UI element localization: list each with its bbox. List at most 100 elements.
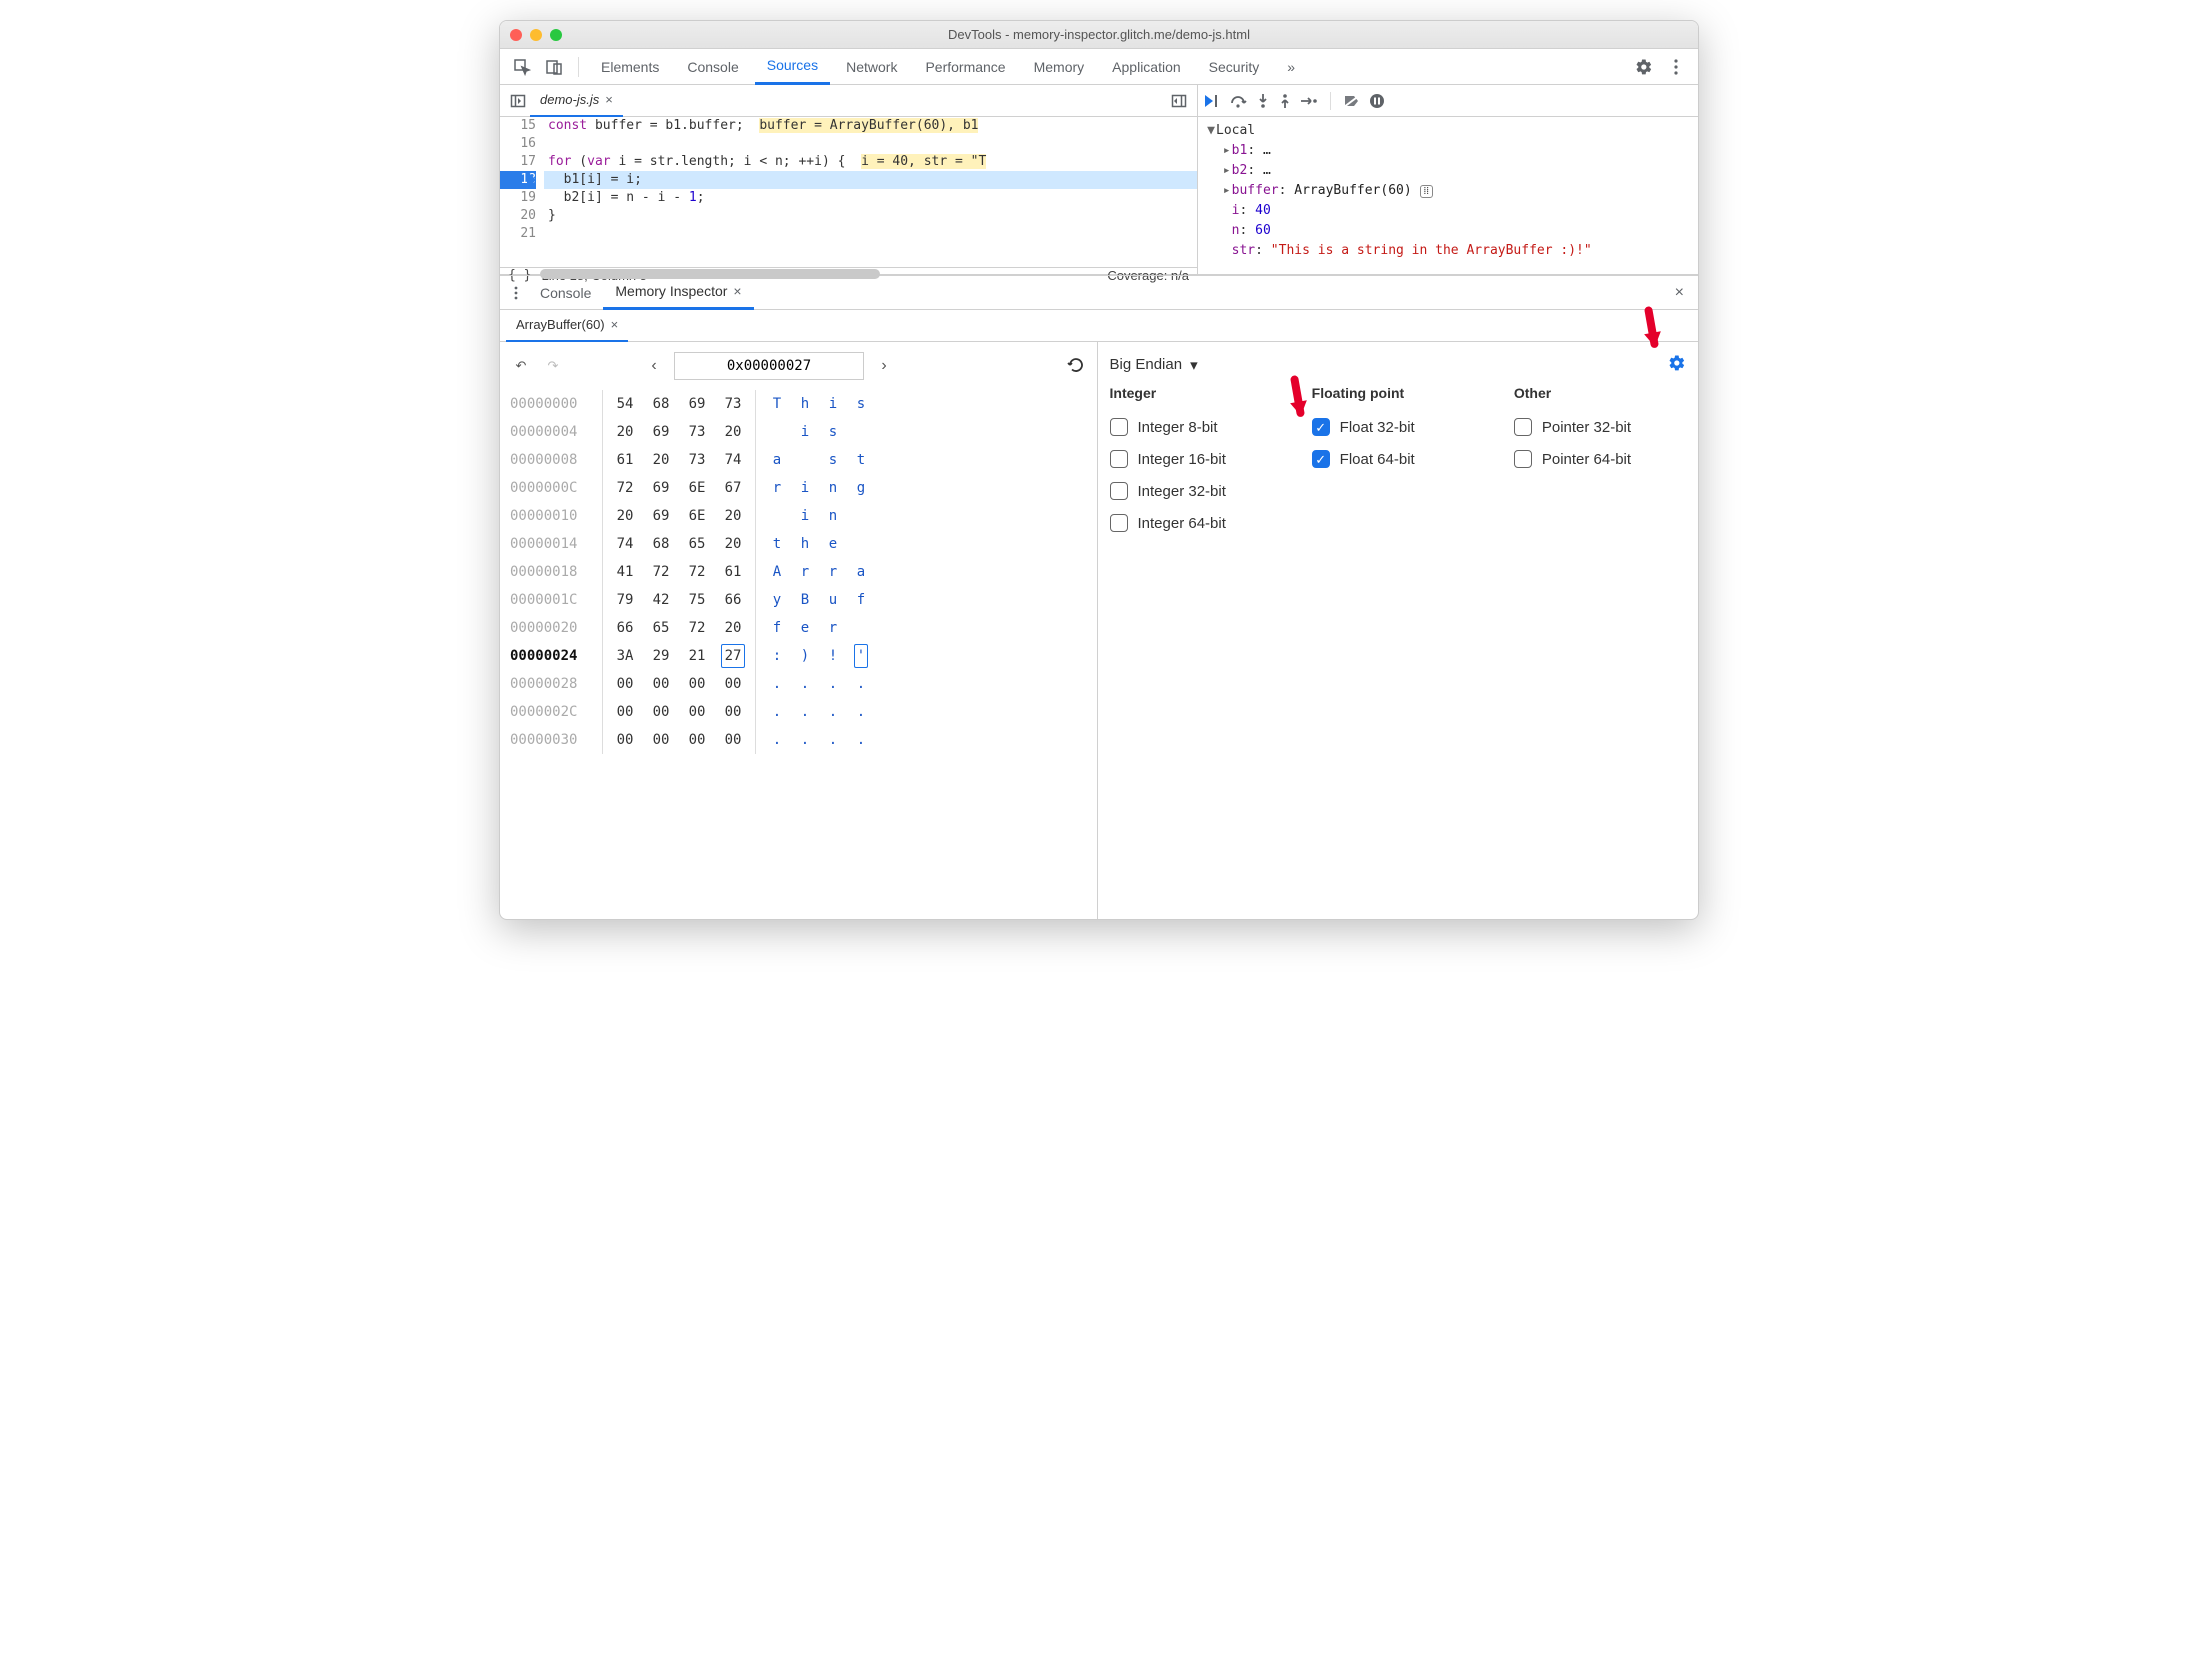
close-mi-tab-icon[interactable]: × — [611, 317, 619, 332]
hex-row[interactable]: 0000000420697320 is — [510, 418, 1087, 446]
hex-char[interactable]: u — [826, 586, 840, 614]
kebab-menu-icon[interactable] — [1662, 53, 1690, 81]
hex-char[interactable]: r — [798, 558, 812, 586]
hex-byte[interactable]: 67 — [721, 474, 745, 502]
hex-char[interactable]: B — [798, 586, 812, 614]
hex-byte[interactable]: 00 — [613, 698, 637, 726]
hex-char[interactable]: i — [798, 502, 812, 530]
hex-row[interactable]: 0000002800000000.... — [510, 670, 1087, 698]
hex-char[interactable]: . — [826, 698, 840, 726]
step-icon[interactable] — [1300, 94, 1318, 108]
scope-variable[interactable]: str: "This is a string in the ArrayBuffe… — [1206, 241, 1690, 261]
hex-char[interactable]: s — [854, 390, 868, 418]
hex-byte[interactable]: 3A — [613, 642, 637, 670]
hex-byte[interactable]: 42 — [649, 586, 673, 614]
hex-char[interactable]: g — [854, 474, 868, 502]
hex-byte[interactable]: 00 — [649, 670, 673, 698]
code-line[interactable]: b2[i] = n - i - 1; — [544, 189, 1197, 207]
hex-char[interactable]: a — [770, 446, 784, 474]
device-toggle-icon[interactable] — [540, 53, 568, 81]
hex-byte[interactable]: 00 — [721, 698, 745, 726]
hex-row[interactable]: 0000000C72696E67ring — [510, 474, 1087, 502]
hex-char[interactable]: e — [826, 530, 840, 558]
hex-byte[interactable]: 74 — [721, 446, 745, 474]
hex-char[interactable]: t — [770, 530, 784, 558]
tab-performance[interactable]: Performance — [913, 49, 1017, 85]
line-number[interactable]: 18 — [500, 171, 536, 189]
file-tab-demo-js[interactable]: demo-js.js × — [530, 85, 623, 117]
hex-char[interactable]: r — [826, 558, 840, 586]
hex-byte[interactable]: 73 — [721, 390, 745, 418]
checkbox[interactable] — [1110, 418, 1128, 436]
redo-icon[interactable]: ↷ — [542, 358, 564, 374]
close-drawer-tab-icon[interactable]: × — [733, 283, 741, 299]
hex-byte[interactable]: 00 — [649, 698, 673, 726]
hex-char[interactable]: i — [798, 418, 812, 446]
endianness-select[interactable]: Big Endian ▾ — [1110, 356, 1198, 374]
hex-char[interactable]: i — [826, 390, 840, 418]
hex-char[interactable]: ! — [826, 642, 840, 670]
hex-char[interactable]: e — [798, 614, 812, 642]
drawer-tab-console[interactable]: Console — [528, 276, 603, 310]
hex-char[interactable]: . — [770, 726, 784, 754]
hex-char[interactable]: . — [798, 670, 812, 698]
checkbox[interactable] — [1110, 514, 1128, 532]
hex-byte[interactable]: 29 — [649, 642, 673, 670]
hex-char[interactable] — [854, 418, 868, 446]
step-over-icon[interactable] — [1230, 93, 1248, 109]
navigator-toggle-icon[interactable] — [506, 89, 530, 113]
hex-char[interactable]: T — [770, 390, 784, 418]
hex-char[interactable]: r — [770, 474, 784, 502]
hex-char[interactable] — [798, 446, 812, 474]
scope-variable[interactable]: n: 60 — [1206, 221, 1690, 241]
code-line[interactable]: b1[i] = i; — [544, 171, 1197, 189]
code-line[interactable]: const buffer = b1.buffer; buffer = Array… — [544, 117, 1197, 135]
tab-security[interactable]: Security — [1197, 49, 1272, 85]
hex-row[interactable]: 0000000054686973This — [510, 390, 1087, 418]
line-number[interactable]: 19 — [500, 189, 536, 207]
hex-byte[interactable]: 79 — [613, 586, 637, 614]
code-line[interactable]: for (var i = str.length; i < n; ++i) { i… — [544, 153, 1197, 171]
hex-byte[interactable]: 6E — [685, 502, 709, 530]
hex-byte[interactable]: 66 — [721, 586, 745, 614]
hex-char[interactable]: h — [798, 530, 812, 558]
hex-char[interactable] — [854, 530, 868, 558]
hex-byte[interactable]: 20 — [613, 502, 637, 530]
hex-byte[interactable]: 74 — [613, 530, 637, 558]
hex-byte[interactable]: 21 — [685, 642, 709, 670]
hex-row[interactable]: 0000001841727261Arra — [510, 558, 1087, 586]
tab-elements[interactable]: Elements — [589, 49, 671, 85]
hex-char[interactable] — [854, 502, 868, 530]
hex-byte[interactable]: 73 — [685, 418, 709, 446]
drawer-tab-memory-inspector[interactable]: Memory Inspector × — [603, 276, 753, 310]
drawer-kebab-icon[interactable] — [504, 281, 528, 305]
line-number[interactable]: 16 — [500, 135, 536, 153]
hex-byte[interactable]: 72 — [685, 614, 709, 642]
hex-byte[interactable]: 00 — [649, 726, 673, 754]
prev-page-icon[interactable]: ‹ — [644, 357, 664, 375]
next-page-icon[interactable]: › — [874, 357, 894, 375]
tab-console[interactable]: Console — [675, 49, 750, 85]
tab-network[interactable]: Network — [834, 49, 909, 85]
hex-row[interactable]: 0000001020696E20 in — [510, 502, 1087, 530]
checkbox[interactable] — [1312, 418, 1330, 436]
code-line[interactable]: } — [544, 207, 1197, 225]
scope-variable[interactable]: ▸buffer: ArrayBuffer(60) ⁞⁞ — [1206, 181, 1690, 201]
hex-byte[interactable]: 20 — [721, 418, 745, 446]
tab-sources[interactable]: Sources — [755, 49, 830, 85]
checkbox[interactable] — [1312, 450, 1330, 468]
hex-byte[interactable]: 72 — [613, 474, 637, 502]
hex-byte[interactable]: 00 — [721, 726, 745, 754]
hex-byte[interactable]: 73 — [685, 446, 709, 474]
hex-byte[interactable]: 68 — [649, 390, 673, 418]
hex-byte[interactable]: 65 — [685, 530, 709, 558]
hex-char[interactable]: . — [854, 670, 868, 698]
checkbox[interactable] — [1110, 450, 1128, 468]
scope-variable[interactable]: ▸b2: … — [1206, 161, 1690, 181]
hex-char[interactable]: . — [798, 726, 812, 754]
hex-char[interactable] — [854, 614, 868, 642]
hex-char[interactable]: ' — [854, 644, 868, 668]
hex-byte[interactable]: 69 — [649, 502, 673, 530]
line-number[interactable]: 20 — [500, 207, 536, 225]
hex-char[interactable]: y — [770, 586, 784, 614]
